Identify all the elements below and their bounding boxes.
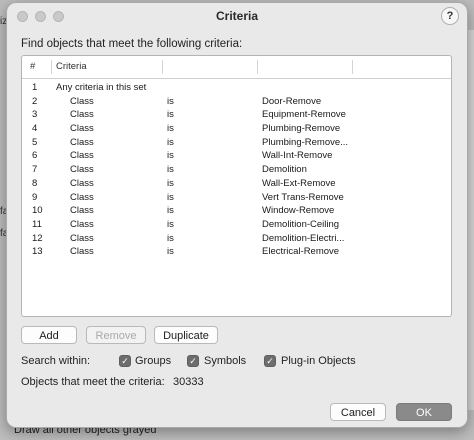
row-number-cell: 8: [32, 177, 38, 189]
criteria-operator-cell: is: [167, 150, 174, 162]
table-row[interactable]: 5 Class is Plumbing-Remove...: [22, 136, 451, 150]
table-row[interactable]: 7 Class is Demolition: [22, 163, 451, 177]
ok-button[interactable]: OK: [396, 403, 452, 421]
row-number-cell: 5: [32, 136, 38, 148]
table-row[interactable]: 12 Class is Demolition-Electri...: [22, 232, 451, 246]
groups-checkbox[interactable]: ✓: [119, 355, 131, 367]
row-number-cell: 13: [32, 246, 43, 258]
column-header-criteria[interactable]: Criteria: [56, 56, 87, 78]
criteria-operator-cell: is: [167, 232, 174, 244]
criteria-field-cell: Class: [70, 164, 94, 176]
table-row[interactable]: 2 Class is Door-Remove: [22, 95, 451, 109]
criteria-operator-cell: is: [167, 123, 174, 135]
column-divider: [352, 60, 353, 74]
criteria-dialog: Criteria ? Find objects that meet the fo…: [6, 2, 468, 428]
help-button[interactable]: ?: [441, 7, 459, 25]
add-button[interactable]: Add: [21, 326, 77, 344]
criteria-operator-cell: is: [167, 191, 174, 203]
criteria-field-cell: Class: [70, 246, 94, 258]
criteria-operator-cell: is: [167, 95, 174, 107]
result-count-label: Objects that meet the criteria:: [21, 376, 165, 388]
row-number-cell: 6: [32, 150, 38, 162]
criteria-field-cell: Class: [70, 95, 94, 107]
criteria-field-cell: Class: [70, 109, 94, 121]
criteria-operator-cell: is: [167, 205, 174, 217]
dialog-title: Criteria: [215, 9, 259, 23]
criteria-value-cell: Equipment-Remove: [262, 109, 346, 121]
criteria-table[interactable]: # Criteria 1 Any criteria in this set 2 Cla…: [21, 55, 452, 317]
table-row[interactable]: 11 Class is Demolition-Ceiling: [22, 218, 451, 232]
criteria-value-cell: Window-Remove: [262, 205, 335, 217]
result-count-value: 30333: [173, 376, 204, 388]
criteria-value-cell: Door-Remove: [262, 95, 322, 107]
symbols-checkbox[interactable]: ✓: [187, 355, 199, 367]
criteria-value-cell: Plumbing-Remove: [262, 123, 341, 135]
criteria-value-cell: Wall-Int-Remove: [262, 150, 333, 162]
criteria-operator-cell: is: [167, 164, 174, 176]
criteria-value-cell: Wall-Ext-Remove: [262, 177, 336, 189]
row-number-cell: 7: [32, 164, 38, 176]
row-number-cell: 2: [32, 95, 38, 107]
plugin-objects-checkbox-label[interactable]: Plug-in Objects: [281, 355, 356, 367]
criteria-operator-cell: is: [167, 109, 174, 121]
column-divider: [257, 60, 258, 74]
criteria-prompt: Find objects that meet the following cri…: [21, 38, 243, 50]
row-number-cell: 1: [32, 82, 38, 93]
table-row[interactable]: 8 Class is Wall-Ext-Remove: [22, 177, 451, 191]
criteria-value-cell: Vert Trans-Remove: [262, 191, 344, 203]
remove-button[interactable]: Remove: [86, 326, 146, 344]
criteria-field-cell: Class: [70, 218, 94, 230]
column-header-number[interactable]: #: [30, 56, 35, 78]
criteria-field-cell: Class: [70, 205, 94, 217]
criteria-field-cell: Class: [70, 136, 94, 148]
symbols-checkbox-label[interactable]: Symbols: [204, 355, 246, 367]
groups-checkbox-label[interactable]: Groups: [135, 355, 171, 367]
title-bar: Criteria ?: [7, 3, 467, 29]
criteria-field-cell: Class: [70, 123, 94, 135]
row-number-cell: 11: [32, 218, 42, 230]
criteria-field-cell: Class: [70, 177, 94, 189]
criteria-field-cell: Any criteria in this set: [56, 82, 147, 93]
criteria-operator-cell: is: [167, 177, 174, 189]
table-body: 1 Any criteria in this set 2 Class is Door-Re…: [22, 81, 451, 259]
criteria-field-cell: Class: [70, 191, 94, 203]
plugin-objects-checkbox[interactable]: ✓: [264, 355, 276, 367]
table-row[interactable]: 10 Class is Window-Remove: [22, 204, 451, 218]
criteria-value-cell: Demolition-Ceiling: [262, 218, 340, 230]
row-number-cell: 9: [32, 191, 38, 203]
row-number-cell: 3: [32, 109, 38, 121]
criteria-value-cell: Electrical-Remove: [262, 246, 340, 258]
criteria-value-cell: Plumbing-Remove...: [262, 136, 349, 148]
criteria-field-cell: Class: [70, 150, 94, 162]
table-row[interactable]: 13 Class is Electrical-Remove: [22, 245, 451, 259]
table-row[interactable]: 1 Any criteria in this set: [22, 81, 451, 95]
table-row[interactable]: 9 Class is Vert Trans-Remove: [22, 191, 451, 205]
row-number-cell: 10: [32, 205, 43, 217]
duplicate-button[interactable]: Duplicate: [154, 326, 218, 344]
column-divider: [51, 60, 52, 74]
criteria-operator-cell: is: [167, 218, 174, 230]
table-row[interactable]: 6 Class is Wall-Int-Remove: [22, 149, 451, 163]
row-number-cell: 4: [32, 123, 38, 135]
criteria-operator-cell: is: [167, 246, 174, 258]
criteria-value-cell: Demolition: [262, 164, 307, 176]
criteria-operator-cell: is: [167, 136, 174, 148]
table-header: # Criteria: [22, 56, 451, 79]
cancel-button[interactable]: Cancel: [330, 403, 386, 421]
row-number-cell: 12: [32, 232, 43, 244]
table-row[interactable]: 3 Class is Equipment-Remove: [22, 108, 451, 122]
column-divider: [162, 60, 163, 74]
search-within-label: Search within:: [21, 355, 91, 367]
criteria-value-cell: Demolition-Electri...: [262, 232, 345, 244]
criteria-field-cell: Class: [70, 232, 94, 244]
table-row[interactable]: 4 Class is Plumbing-Remove: [22, 122, 451, 136]
